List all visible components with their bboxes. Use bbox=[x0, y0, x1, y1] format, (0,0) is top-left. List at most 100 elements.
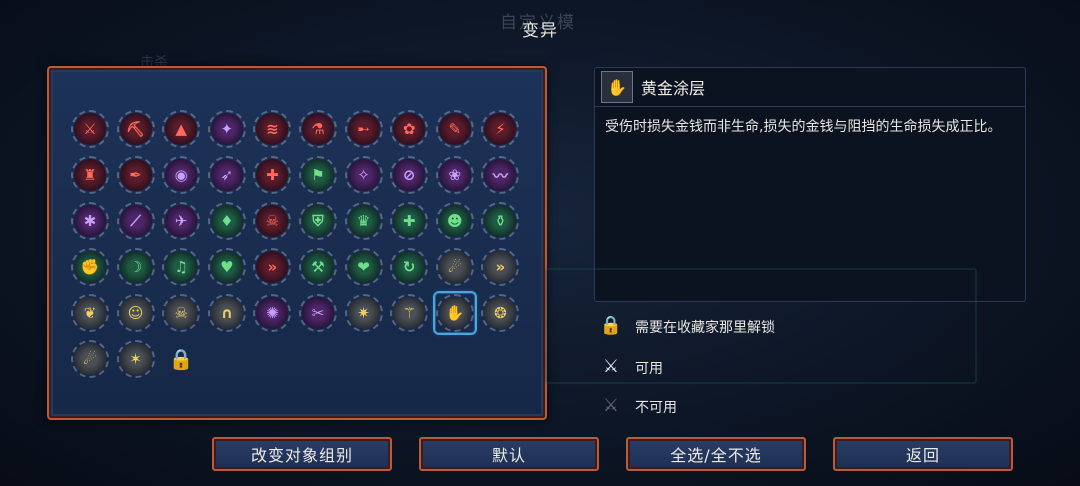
back-button[interactable]: 返回 bbox=[833, 437, 1013, 471]
mutation-glyph: ✒ bbox=[129, 166, 142, 184]
mutation-slot[interactable]: 〰 bbox=[481, 156, 520, 194]
mutation-glyph: ⛨ bbox=[312, 212, 324, 230]
mutation-icon: ⚚ bbox=[390, 294, 429, 332]
mutation-slot[interactable]: ✈ bbox=[162, 202, 201, 240]
mutation-icon: ✱ bbox=[71, 202, 109, 240]
mutation-slot[interactable]: ▲ bbox=[162, 110, 201, 148]
mutation-slot[interactable]: ❤ bbox=[344, 248, 383, 286]
mutation-icon: ✺ bbox=[253, 294, 292, 332]
mutation-slot[interactable]: ✧ bbox=[344, 156, 383, 194]
mutation-glyph: ⚱ bbox=[494, 212, 507, 230]
mutation-icon: ☽ bbox=[116, 248, 155, 286]
mutation-slot[interactable]: ♜ bbox=[71, 156, 109, 194]
mutation-glyph: ⚚ bbox=[402, 304, 416, 322]
mutation-slot[interactable]: ⊘ bbox=[390, 156, 429, 194]
mutation-slot[interactable]: ✎ bbox=[435, 110, 474, 148]
mutation-slot[interactable]: ≋ bbox=[253, 110, 292, 148]
mutation-slot[interactable]: ⚱ bbox=[481, 202, 520, 240]
mutation-glyph: ☺ bbox=[127, 304, 144, 322]
mutation-slot[interactable]: » bbox=[481, 248, 520, 286]
mutation-slot[interactable]: ✿ bbox=[390, 110, 429, 148]
mutation-slot[interactable]: ✦ bbox=[207, 110, 246, 148]
mutation-slot[interactable]: ✒ bbox=[116, 156, 155, 194]
mutation-icon: ✎ bbox=[435, 110, 474, 148]
mutation-glyph: 〰 bbox=[492, 166, 508, 185]
mutation-slot[interactable]: ⟋ bbox=[116, 202, 155, 240]
mutation-icon: ≋ bbox=[253, 110, 292, 148]
lock-icon: 🔒 bbox=[165, 343, 197, 375]
mutation-icon: ✷ bbox=[344, 294, 383, 332]
mutation-slot[interactable]: ⚒ bbox=[299, 248, 337, 286]
mutation-slot[interactable]: ✺ bbox=[253, 294, 292, 332]
mutation-slot[interactable]: ↻ bbox=[390, 248, 429, 286]
mutation-slot[interactable]: ❂ bbox=[481, 294, 520, 332]
mutation-icon: ⚒ bbox=[299, 248, 337, 286]
mutation-slot[interactable]: ☄ bbox=[435, 248, 474, 286]
mutation-glyph: ✋ bbox=[445, 304, 465, 322]
mutation-slot[interactable]: ⛏ bbox=[116, 110, 155, 148]
mutation-slot[interactable]: ✋ bbox=[432, 291, 477, 335]
mutation-glyph: ✚ bbox=[266, 166, 279, 184]
mutation-slot[interactable]: ⚑ bbox=[299, 156, 337, 194]
mutation-slot[interactable]: 🔒 bbox=[162, 340, 200, 378]
mutation-slot[interactable]: ⛨ bbox=[299, 202, 337, 240]
mutation-slot[interactable]: ♛ bbox=[344, 202, 383, 240]
legend-locked-label: 需要在收藏家那里解锁 bbox=[635, 320, 775, 336]
mutation-slot[interactable]: ✷ bbox=[344, 294, 383, 332]
mutation-slot[interactable]: ♫ bbox=[162, 248, 201, 286]
mutation-slot[interactable]: ✂ bbox=[299, 294, 337, 332]
mutation-icon: ✚ bbox=[253, 156, 292, 194]
page-title: 变异 bbox=[522, 21, 558, 41]
mutation-slot[interactable]: ◉ bbox=[162, 156, 201, 194]
mutation-slot[interactable]: ☠ bbox=[162, 294, 201, 332]
mutation-glyph: ⚡ bbox=[495, 120, 506, 138]
mutation-slot[interactable]: ☻ bbox=[435, 202, 474, 240]
mutation-icon: ➶ bbox=[207, 156, 246, 194]
mutation-slot[interactable]: ✚ bbox=[253, 156, 292, 194]
mutation-glyph: ♛ bbox=[356, 212, 371, 230]
legend-unavailable-label: 不可用 bbox=[635, 400, 677, 416]
mutation-icon: ✧ bbox=[344, 156, 383, 194]
mutation-glyph: ⚔ bbox=[83, 120, 97, 138]
mutation-icon: ⛨ bbox=[299, 202, 337, 240]
mutation-slot[interactable]: ☄ bbox=[71, 340, 109, 378]
mutation-slot[interactable]: ⚔ bbox=[71, 110, 109, 148]
mutation-glyph: ✺ bbox=[266, 304, 279, 322]
mutation-slot[interactable]: ✱ bbox=[71, 202, 109, 240]
mutation-slot[interactable]: ∩ bbox=[207, 294, 246, 332]
mutation-slot[interactable]: » bbox=[253, 248, 292, 286]
mutation-slot[interactable]: ⚚ bbox=[390, 294, 429, 332]
mutation-icon: ❂ bbox=[481, 294, 520, 332]
mutation-icon: ❤ bbox=[344, 248, 383, 286]
mutation-slot[interactable]: ☠ bbox=[253, 202, 292, 240]
mutation-glyph: » bbox=[495, 258, 506, 276]
mutation-slot[interactable]: ⚗ bbox=[299, 110, 337, 148]
mutation-slot[interactable]: ✚ bbox=[390, 202, 429, 240]
mutation-grid-panel: ⚔ ⛏ ▲ ✦ ≋ ⚗ ➸ ✿ ✎ ⚡ ♜ ✒ ◉ ➶ ✚ ⚑ ✧ ⊘ ❀ 〰 ✱ ⟋ ✈ ♦ ☠ ⛨ ♛ ✚ ☻ ⚱ ✊ ☽ ♫ ♥ » ⚒ ❤ ↻ ☄ »… bbox=[47, 66, 547, 420]
mutation-icon: ❦ bbox=[71, 294, 109, 332]
mutation-slot[interactable]: ♦ bbox=[207, 202, 246, 240]
legend-available-label: 可用 bbox=[635, 361, 663, 377]
mutation-slot[interactable]: ♥ bbox=[207, 248, 246, 286]
mutation-icon: ♜ bbox=[71, 156, 109, 194]
mutation-slot[interactable]: ✶ bbox=[116, 340, 155, 378]
mutation-icon: ☄ bbox=[435, 248, 474, 286]
default-button[interactable]: 默认 bbox=[419, 437, 599, 471]
mutation-icon: ↻ bbox=[390, 248, 429, 286]
mutation-slot[interactable]: ✊ bbox=[71, 248, 109, 286]
sword-icon: ⚔ bbox=[602, 355, 620, 377]
mutation-slot[interactable]: ☽ bbox=[116, 248, 155, 286]
mutation-slot[interactable]: ☺ bbox=[116, 294, 155, 332]
mutation-slot[interactable]: ➸ bbox=[344, 110, 383, 148]
lock-icon: 🔒 bbox=[599, 314, 623, 336]
mutation-icon: ☻ bbox=[435, 202, 474, 240]
mutation-slot[interactable]: ➶ bbox=[207, 156, 246, 194]
mutation-icon: ✒ bbox=[116, 156, 155, 194]
mutation-slot[interactable]: ⚡ bbox=[481, 110, 520, 148]
mutation-slot[interactable]: ❀ bbox=[435, 156, 474, 194]
mutation-glyph: ✎ bbox=[448, 120, 462, 138]
mutation-slot[interactable]: ❦ bbox=[71, 294, 109, 332]
mutation-glyph: ❤ bbox=[357, 258, 370, 276]
select-all-button[interactable]: 全选/全不选 bbox=[626, 437, 806, 471]
change-group-button[interactable]: 改变对象组别 bbox=[212, 437, 392, 471]
